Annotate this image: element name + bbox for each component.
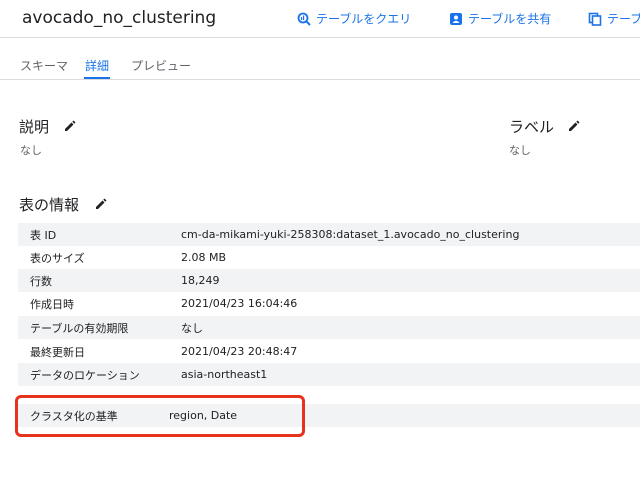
description-value: なし <box>20 144 42 157</box>
share-icon <box>450 12 462 25</box>
row-value: 18,249 <box>181 274 220 287</box>
query-table-label: テーブルをクエリ <box>316 12 412 26</box>
copy-table-label: テーブ <box>607 12 640 26</box>
row-key: 表のサイズ <box>30 251 85 265</box>
row-value: 2.08 MB <box>181 251 227 264</box>
row-key: 最終更新日 <box>30 345 85 359</box>
tab-details[interactable]: 詳細 <box>85 57 109 74</box>
table-header: avocado_no_clustering テーブルをクエリ テーブルを共有 テ… <box>0 0 640 38</box>
tab-schema[interactable]: スキーマ <box>20 57 68 74</box>
copy-icon <box>588 12 602 26</box>
table-info-row: 作成日時 2021/04/23 16:04:46 <box>18 292 640 315</box>
row-value: 2021/04/23 16:04:46 <box>181 297 298 310</box>
edit-labels-icon[interactable] <box>567 119 581 133</box>
table-info-row: 表 ID cm-da-mikami-yuki-258308:dataset_1.… <box>18 223 640 246</box>
row-key: 行数 <box>30 274 52 288</box>
row-key: データのロケーション <box>30 368 140 382</box>
row-key: 表 ID <box>30 228 57 242</box>
share-table-label: テーブルを共有 <box>468 12 552 26</box>
table-info-row: テーブルの有効期限 なし <box>18 316 640 339</box>
tab-bar: スキーマ 詳細 プレビュー <box>0 38 640 80</box>
clustering-highlight-box <box>15 395 305 437</box>
edit-table-info-icon[interactable] <box>94 197 108 211</box>
table-info-row: 表のサイズ 2.08 MB <box>18 246 640 269</box>
edit-description-icon[interactable] <box>63 119 77 133</box>
labels-value: なし <box>509 144 531 157</box>
row-value: asia-northeast1 <box>181 368 268 381</box>
labels-title: ラベル <box>509 118 555 136</box>
row-key: テーブルの有効期限 <box>30 321 129 335</box>
query-icon <box>297 12 311 26</box>
table-info-title: 表の情報 <box>19 196 80 214</box>
table-info-row: 最終更新日 2021/04/23 20:48:47 <box>18 340 640 363</box>
table-title: avocado_no_clustering <box>22 8 217 28</box>
query-table-button[interactable]: テーブルをクエリ <box>297 10 411 27</box>
row-value: cm-da-mikami-yuki-258308:dataset_1.avoca… <box>181 228 520 241</box>
description-title: 説明 <box>19 118 50 136</box>
copy-table-button[interactable]: テーブ <box>588 10 640 27</box>
active-tab-indicator <box>84 77 110 79</box>
share-table-button[interactable]: テーブルを共有 <box>449 10 551 27</box>
table-info-row: データのロケーション asia-northeast1 <box>18 363 640 386</box>
tab-preview[interactable]: プレビュー <box>131 57 191 74</box>
row-value: 2021/04/23 20:48:47 <box>181 345 298 358</box>
row-value: なし <box>181 321 203 335</box>
table-info-row: 行数 18,249 <box>18 269 640 292</box>
row-key: 作成日時 <box>30 297 74 311</box>
